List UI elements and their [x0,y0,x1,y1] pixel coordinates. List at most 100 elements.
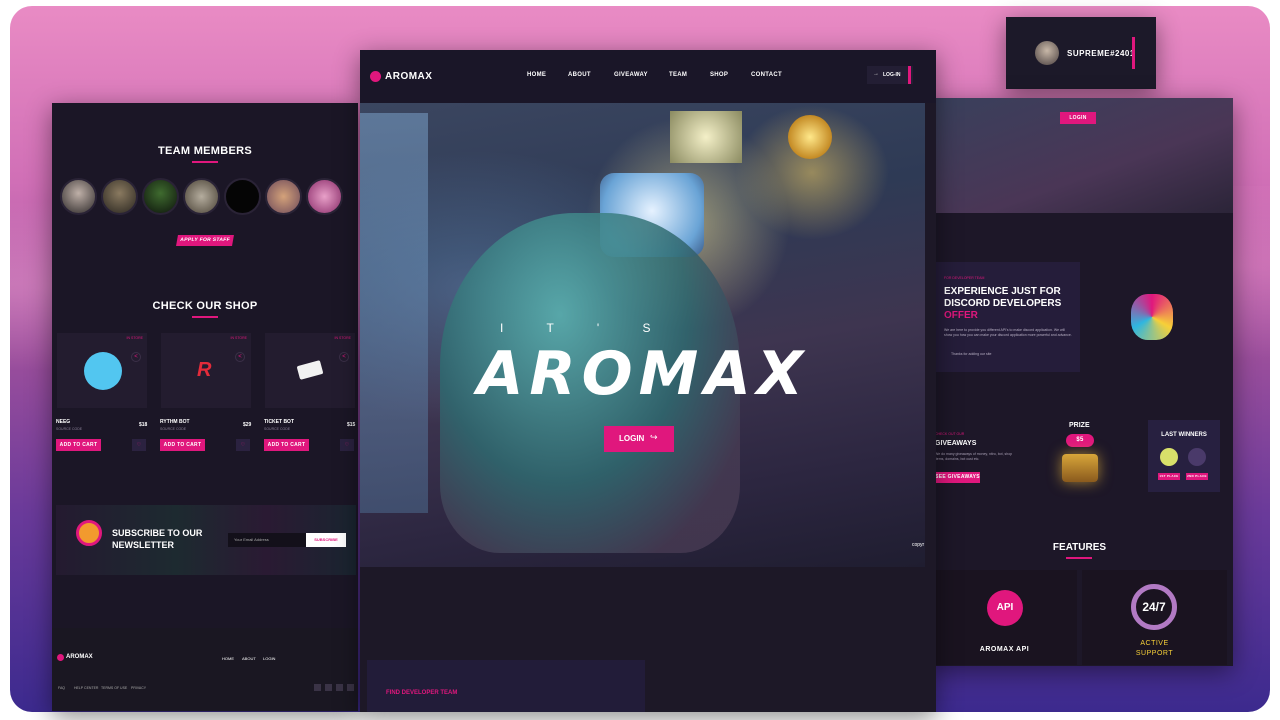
team-title: TEAM MEMBERS [157,145,253,157]
team-avatar[interactable] [101,178,138,215]
api-icon: API [987,590,1023,626]
nav-shop[interactable]: SHOP [710,72,728,78]
second-place-badge: 2ND PLACE [1186,473,1208,480]
add-to-cart-button[interactable]: ADD TO CART [264,439,309,451]
hero-lamp [788,115,832,159]
nav-about[interactable]: ABOUT [568,72,591,78]
product-name: NEEG [56,419,71,425]
prize-value: $5 [1066,434,1094,447]
share-icon[interactable]: < [235,352,245,362]
footer-bottom-link[interactable]: FAQ [58,686,65,690]
offer-body: We are here to provide you different API… [944,328,1072,337]
footer-bottom-link[interactable]: TERMS OF USE [101,686,127,690]
footer-link[interactable]: ABOUT [242,656,256,661]
nav-giveaway[interactable]: GIVEAWAY [614,72,648,78]
wishlist-heart-icon[interactable]: ♡ [236,439,250,451]
giveaway-kicker: CHECK OUT OUR [935,432,965,436]
footer-bottom-link[interactable]: HELP CENTER [74,686,98,690]
add-to-cart-button[interactable]: ADD TO CART [160,439,205,451]
share-icon[interactable]: < [131,352,141,362]
footer-bottom-link[interactable]: PRIVACY [131,686,146,690]
feature-card-api[interactable]: API AROMAX API [932,570,1077,665]
hero-monitor-2 [670,111,742,163]
center-page-preview: AROMAX HOME ABOUT GIVEAWAY TEAM SHOP CON… [360,50,936,712]
hero-login-label: LOGIN [619,434,645,443]
wishlist-heart-icon[interactable]: ♡ [132,439,146,451]
shop-title-underline [192,316,218,318]
medal-icon [76,520,102,546]
product-card[interactable]: IN STORE < [265,333,355,408]
features-underline [1066,557,1092,559]
team-avatar[interactable] [265,178,302,215]
login-nav-button[interactable]: → LOG-IN [867,66,913,84]
team-avatar[interactable] [183,178,220,215]
team-avatar[interactable] [142,178,179,215]
login-arrow-icon: → [873,71,879,77]
winner-avatar [1188,448,1206,466]
newsletter-title: SUBSCRIBE TO OUR [112,528,203,538]
share-icon[interactable]: < [339,352,349,362]
offer-title: EXPERIENCE JUST FOR [944,286,1061,297]
brand-name[interactable]: AROMAX [385,71,432,82]
offer-kicker: FOR DEVELOPER TEAM [944,276,985,280]
team-avatar[interactable] [60,178,97,215]
nav-contact[interactable]: CONTACT [751,72,782,78]
social-icon[interactable] [314,684,321,691]
support-label-2: SUPPORT [1135,650,1174,657]
offer-box: FOR DEVELOPER TEAM EXPERIENCE JUST FOR D… [935,262,1080,372]
rythm-logo-icon: R [197,359,212,381]
apply-staff-button[interactable]: APPLY FOR STAFF [176,235,234,246]
hero-window [360,113,428,513]
prize-title: PRIZE [1069,422,1090,429]
feature-card-support[interactable]: 24/7 ACTIVE SUPPORT [1082,570,1227,665]
team-avatar[interactable] [306,178,343,215]
right-page-preview: LOGIN FOR DEVELOPER TEAM EXPERIENCE JUST… [926,98,1233,666]
footer-logo-icon [57,654,64,661]
hero-login-button[interactable]: LOGIN ↪ [604,426,674,452]
team-avatars [60,178,343,215]
product-card[interactable]: IN STORE < [57,333,147,408]
subscribe-button[interactable]: SUBSCRIBE [306,533,346,547]
user-badge[interactable]: SUPREME#2401 [1006,17,1156,89]
nav-accent-bar [908,66,911,84]
email-input[interactable]: Your Email Address [228,533,306,547]
add-to-cart-button[interactable]: ADD TO CART [56,439,101,451]
product-card[interactable]: IN STORE < R [161,333,251,408]
treasure-chest-icon [1062,454,1098,482]
social-icon[interactable] [347,684,354,691]
social-icon[interactable] [325,684,332,691]
ticket-icon [296,360,324,380]
nav-team[interactable]: TEAM [669,72,687,78]
product-type: SOURCE CODE [56,427,83,431]
product-price: $15 [347,422,356,428]
right-login-button[interactable]: LOGIN [1060,112,1096,124]
team-avatar[interactable] [224,178,261,215]
brand-logo-icon [370,71,381,82]
footer-link[interactable]: HOME [222,656,234,661]
newsletter-title-2: NEWSLETTER [112,540,174,550]
product-type: SOURCE CODE [264,427,291,431]
see-giveaways-button[interactable]: SEE GIVEAWAYS [935,472,980,483]
support-label: ACTIVE [1140,640,1169,647]
nav-home[interactable]: HOME [527,72,546,78]
find-team-title: FIND DEVELOPER TEAM [386,690,458,696]
wishlist-heart-icon[interactable]: ♡ [340,439,354,451]
giveaway-body: We do many giveaways of money, nitro, bo… [935,452,1013,461]
user-avatar [1035,41,1059,65]
newsletter-banner: SUBSCRIBE TO OUR NEWSLETTER Your Email A… [56,505,356,575]
left-page-preview: TEAM MEMBERS APPLY FOR STAFF CHECK OUR S… [52,103,358,711]
api-label: AROMAX API [979,646,1030,653]
shop-title: CHECK OUR SHOP [152,300,258,312]
winners-box: LAST WINNERS 1ST PLACE 2ND PLACE [1148,420,1220,492]
top-navbar: AROMAX HOME ABOUT GIVEAWAY TEAM SHOP CON… [360,50,936,103]
features-title: FEATURES [1052,542,1107,553]
accent-bar [1132,37,1135,69]
find-team-box: FIND DEVELOPER TEAM [367,660,645,712]
first-place-badge: 1ST PLACE [1158,473,1180,480]
footer-link[interactable]: LOGIN [263,656,275,661]
astronaut-logo-icon [1131,294,1173,340]
in-store-tag: IN STORE [334,336,351,340]
copyright-text: copyr [912,542,925,548]
footer: AROMAX HOME ABOUT LOGIN FAQ HELP CENTER … [52,628,358,711]
social-icon[interactable] [336,684,343,691]
